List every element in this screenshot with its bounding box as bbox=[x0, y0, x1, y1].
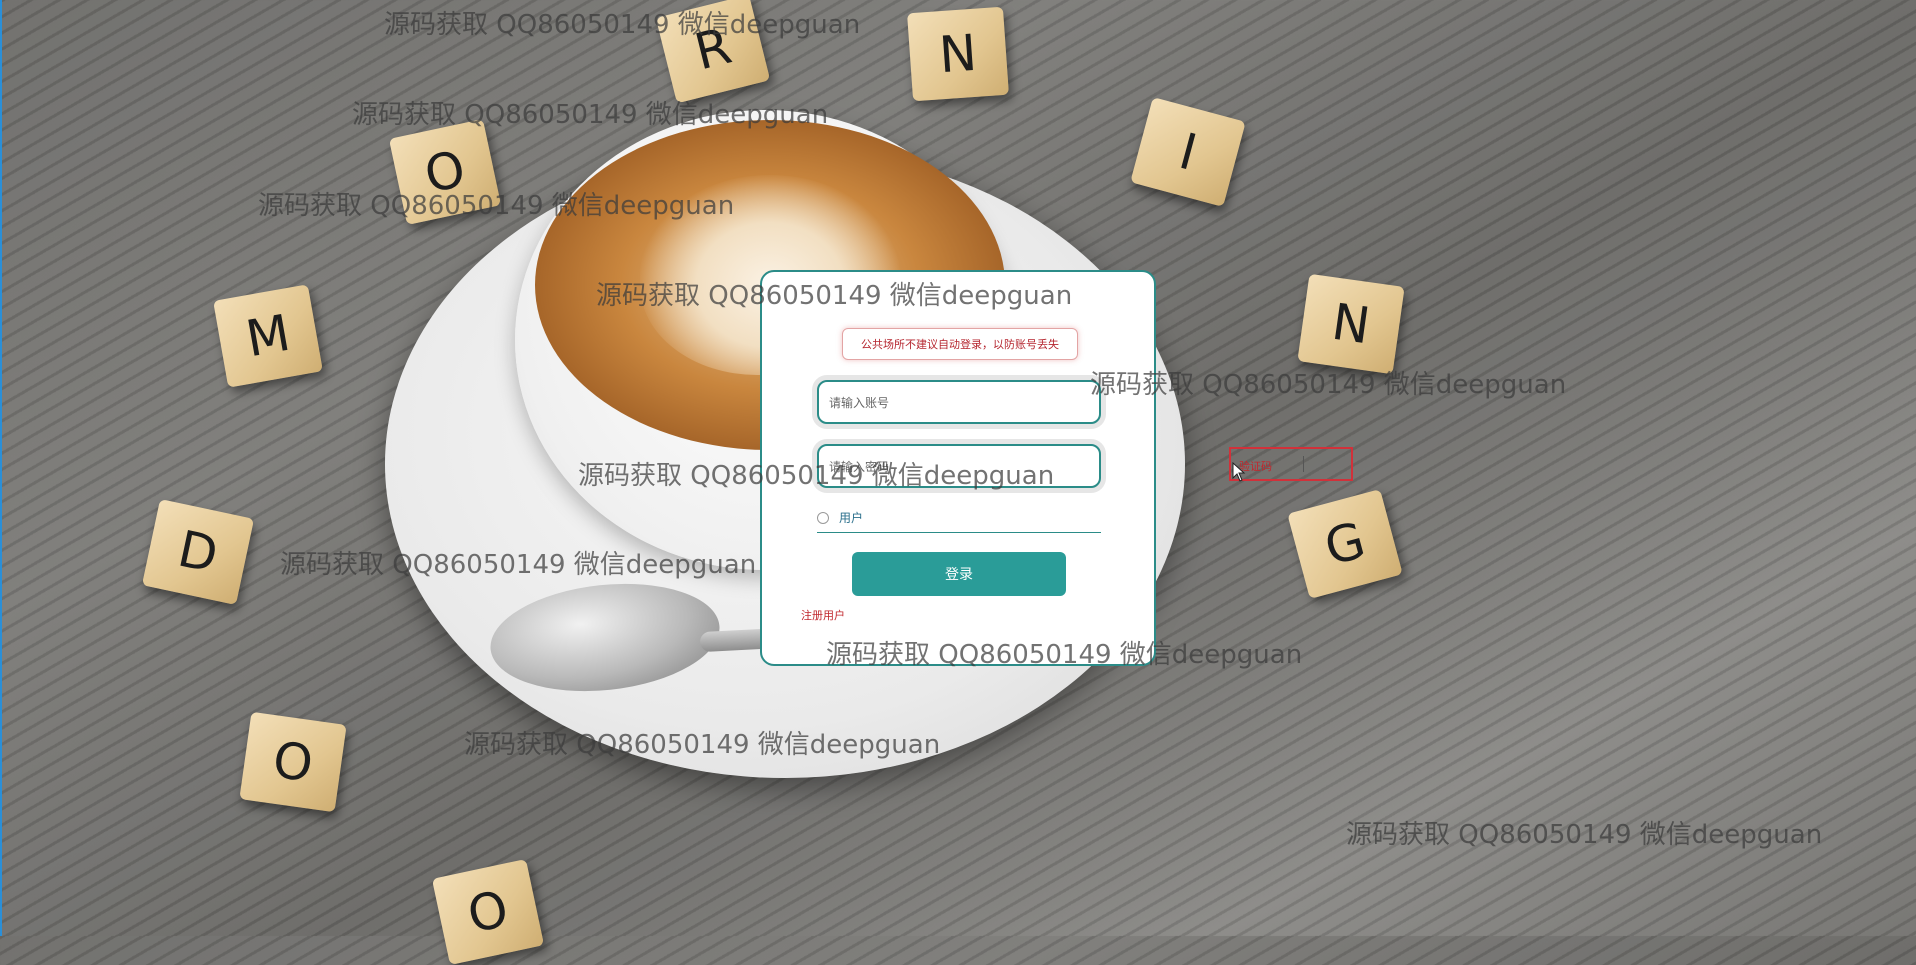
captcha-box[interactable]: 验证码 bbox=[1229, 447, 1353, 481]
login-panel: 公共场所不建议自动登录，以防账号丢失 请输入账号 请输入密码 用户 登录 注册用… bbox=[760, 270, 1156, 666]
role-user-label[interactable]: 用户 bbox=[839, 510, 863, 526]
letter-tile: M bbox=[213, 284, 323, 388]
watermark: 源码获取 QQ86050149 微信deepguan bbox=[384, 10, 861, 40]
role-selector: 用户 bbox=[817, 510, 1101, 533]
letter-tile: D bbox=[141, 498, 255, 606]
window-edge bbox=[0, 0, 2, 936]
security-notice: 公共场所不建议自动登录，以防账号丢失 bbox=[842, 328, 1078, 360]
letter-tile: R bbox=[655, 0, 771, 104]
letter-tile: N bbox=[1297, 273, 1405, 375]
role-user-radio[interactable] bbox=[817, 512, 829, 524]
letter-tile: O bbox=[431, 858, 545, 965]
register-link[interactable]: 注册用户 bbox=[801, 607, 845, 623]
password-input[interactable]: 请输入密码 bbox=[817, 444, 1101, 488]
letter-tile: N bbox=[907, 6, 1009, 102]
login-button[interactable]: 登录 bbox=[852, 552, 1066, 596]
account-input[interactable]: 请输入账号 bbox=[817, 380, 1101, 424]
letter-tile: I bbox=[1130, 97, 1246, 207]
mouse-pointer-icon bbox=[1232, 462, 1246, 482]
letter-tile: G bbox=[1287, 489, 1403, 599]
letter-tile: O bbox=[388, 118, 502, 226]
text-caret bbox=[1303, 456, 1304, 472]
letter-tile: O bbox=[239, 711, 347, 813]
watermark: 源码获取 QQ86050149 微信deepguan bbox=[1346, 820, 1823, 850]
